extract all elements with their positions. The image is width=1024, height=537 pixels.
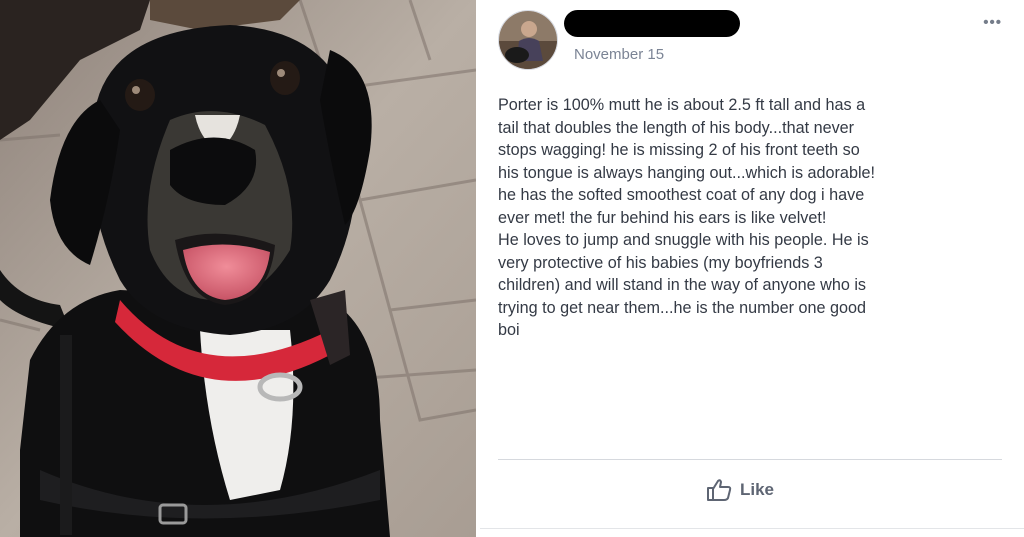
redacted-author-name [564,10,740,37]
post-date[interactable]: November 15 [574,46,664,63]
facebook-post-card: November 15 ••• Porter is 100% mutt he i… [480,0,1024,537]
like-button[interactable]: Like [706,478,774,502]
card-bottom-border [480,528,1024,529]
divider [498,459,1002,460]
like-label: Like [740,480,775,499]
thumbs-up-icon [707,479,732,501]
more-options-icon[interactable]: ••• [983,14,1002,31]
avatar-photo [499,11,557,69]
author-avatar[interactable] [498,10,558,70]
dog-photo [0,0,476,537]
post-body: Porter is 100% mutt he is about 2.5 ft t… [498,96,876,339]
